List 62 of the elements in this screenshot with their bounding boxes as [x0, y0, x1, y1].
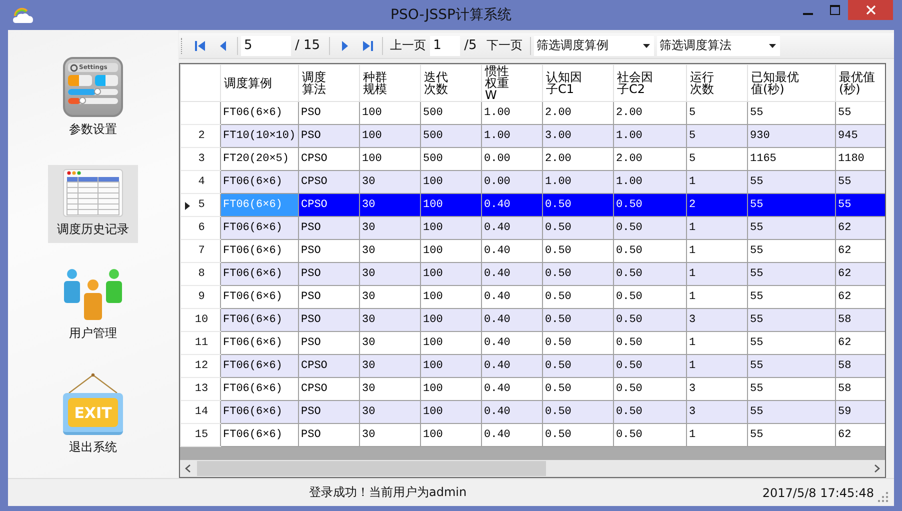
row-header[interactable]: 5	[180, 194, 220, 216]
next-page-button[interactable]: 下一页	[482, 34, 527, 56]
sidebar-item[interactable]: 用户管理	[48, 265, 138, 347]
dropdown-arrow-icon	[642, 44, 650, 48]
column-header[interactable]: 社会因子C2	[614, 64, 686, 102]
row-header[interactable]: 3	[180, 148, 220, 170]
column-header[interactable]: 种群规模	[360, 64, 420, 102]
row-header[interactable]: 14	[180, 400, 220, 424]
row-header[interactable]: 4	[180, 170, 220, 194]
record-count: / 15	[294, 38, 322, 53]
first-record-icon	[192, 38, 206, 52]
table-cell: FT06(6×6)	[220, 424, 298, 446]
filter-dropdown[interactable]: 筛选调度算例	[534, 36, 654, 56]
page-field[interactable]: 1	[430, 36, 460, 56]
row-header[interactable]: 12	[180, 354, 220, 378]
close-button[interactable]	[848, 0, 893, 20]
column-header[interactable]: 最优值(秒)	[836, 64, 885, 102]
row-header[interactable]: 6	[180, 216, 220, 240]
row-header[interactable]: 11	[180, 332, 220, 354]
column-header[interactable]: 惯性权重W	[482, 64, 542, 102]
table-cell: 55	[748, 424, 836, 446]
table-cell: 0.40	[482, 424, 542, 446]
column-header[interactable]: 运行次数	[686, 64, 748, 102]
table-cell: 30	[360, 424, 420, 446]
last-record-icon	[360, 38, 375, 52]
column-header[interactable]: 调度算例	[220, 64, 298, 102]
sidebar-item[interactable]: EXIT 退出系统	[48, 369, 138, 461]
table-cell: 1	[686, 424, 748, 446]
row-header[interactable]: 7	[180, 240, 220, 262]
sidebar-item[interactable]: 调度历史记录	[48, 165, 138, 243]
column-header[interactable]: 调度算法	[298, 64, 360, 102]
resize-grip-icon[interactable]	[878, 492, 888, 502]
filter-dropdown[interactable]: 筛选调度算法	[656, 36, 780, 56]
column-header[interactable]: 已知最优值(秒)	[748, 64, 836, 102]
maximize-icon	[830, 5, 840, 15]
close-icon	[866, 5, 876, 15]
horizontal-scrollbar[interactable]	[180, 460, 885, 477]
minimize-icon	[802, 13, 812, 15]
row-header[interactable]: 2	[180, 124, 220, 148]
row-header[interactable]: 13	[180, 378, 220, 400]
row-header[interactable]: 10	[180, 308, 220, 332]
table-cell: PSO	[298, 424, 360, 446]
table-cell: 0.50	[542, 424, 614, 446]
status-datetime: 2017/5/8 17:45:48	[762, 486, 874, 500]
cloud-icon	[12, 6, 34, 24]
table-cell: FT06(6×6)	[220, 194, 298, 216]
status-message: 登录成功！当前用户为admin	[309, 484, 467, 501]
column-header[interactable]: 认知因子C1	[542, 64, 614, 102]
page-count: /5	[463, 38, 478, 53]
window-title: PSO-JSSP计算系统	[390, 6, 512, 24]
row-header[interactable]: 8	[180, 262, 220, 286]
table-window-icon	[63, 169, 123, 217]
current-row-icon	[185, 202, 190, 210]
row-header[interactable]: 15	[180, 424, 220, 446]
dropdown-arrow-icon	[768, 44, 776, 48]
table-cell: 0.50	[614, 424, 686, 446]
row-header[interactable]: 9	[180, 286, 220, 308]
column-header[interactable]: 迭代次数	[420, 64, 482, 102]
users-icon	[62, 269, 124, 321]
table-cell: 100	[420, 424, 482, 446]
previous-page-button[interactable]: 上一页	[386, 34, 430, 56]
position-field[interactable]: 5	[241, 36, 291, 56]
